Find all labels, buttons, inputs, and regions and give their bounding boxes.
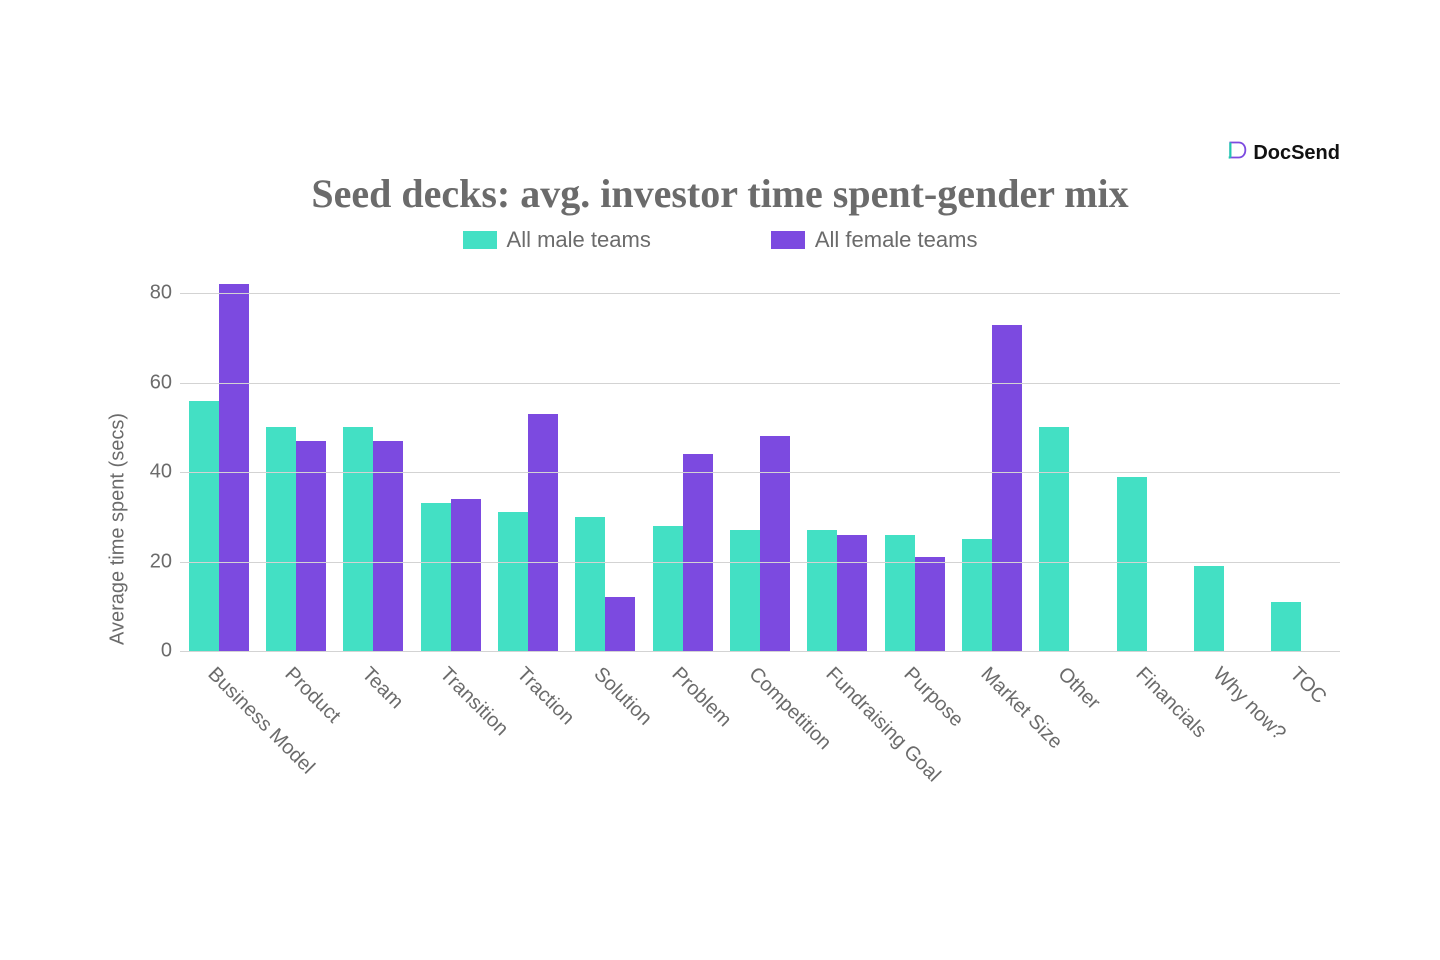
category-label: Competition bbox=[721, 657, 798, 787]
bar-group bbox=[335, 271, 412, 651]
plot-area: 020406080 bbox=[180, 271, 1340, 651]
bar bbox=[653, 526, 683, 651]
bar bbox=[1271, 602, 1301, 651]
legend-item-female: All female teams bbox=[771, 227, 978, 253]
bar-group bbox=[721, 271, 798, 651]
y-tick-label: 20 bbox=[132, 550, 172, 573]
bar bbox=[575, 517, 605, 651]
bar bbox=[421, 503, 451, 651]
y-tick-label: 60 bbox=[132, 371, 172, 394]
bar bbox=[605, 597, 635, 651]
legend-swatch-male bbox=[463, 231, 497, 249]
bar-group bbox=[1263, 271, 1340, 651]
bar bbox=[266, 427, 296, 651]
bar bbox=[1194, 566, 1224, 651]
bar-group bbox=[953, 271, 1030, 651]
category-label: Solution bbox=[567, 657, 644, 787]
bar-group bbox=[412, 271, 489, 651]
category-label: Transition bbox=[412, 657, 489, 787]
bar-group bbox=[1108, 271, 1185, 651]
bar bbox=[343, 427, 373, 651]
y-tick-label: 0 bbox=[132, 640, 172, 663]
bars-container bbox=[180, 271, 1340, 651]
bar bbox=[807, 530, 837, 651]
legend-label-male: All male teams bbox=[507, 227, 651, 253]
grid-line bbox=[180, 472, 1340, 473]
bar-group bbox=[876, 271, 953, 651]
grid-line bbox=[180, 651, 1340, 652]
bar-group bbox=[799, 271, 876, 651]
category-label: Traction bbox=[489, 657, 566, 787]
category-label: Problem bbox=[644, 657, 721, 787]
bar bbox=[962, 539, 992, 651]
category-labels: Business ModelProductTeamTransitionTract… bbox=[180, 657, 1340, 787]
chart-stage: DocSend Seed decks: avg. investor time s… bbox=[0, 0, 1440, 960]
bar bbox=[498, 512, 528, 651]
bar bbox=[885, 535, 915, 651]
category-label: Purpose bbox=[876, 657, 953, 787]
brand-name: DocSend bbox=[1253, 142, 1340, 165]
bar bbox=[219, 284, 249, 651]
grid-line bbox=[180, 562, 1340, 563]
bar bbox=[451, 499, 481, 651]
y-tick-label: 40 bbox=[132, 461, 172, 484]
chart-legend: All male teams All female teams bbox=[100, 227, 1340, 253]
bar bbox=[189, 401, 219, 651]
legend-label-female: All female teams bbox=[815, 227, 978, 253]
bar bbox=[683, 454, 713, 651]
bar-group bbox=[257, 271, 334, 651]
docsend-icon bbox=[1227, 140, 1247, 166]
bar-group bbox=[489, 271, 566, 651]
legend-item-male: All male teams bbox=[463, 227, 651, 253]
bar-group bbox=[1031, 271, 1108, 651]
grid-line bbox=[180, 383, 1340, 384]
grid-line bbox=[180, 293, 1340, 294]
bar-group bbox=[567, 271, 644, 651]
bar bbox=[1117, 477, 1147, 651]
category-label: Team bbox=[335, 657, 412, 787]
legend-swatch-female bbox=[771, 231, 805, 249]
category-label: Product bbox=[257, 657, 334, 787]
bar bbox=[837, 535, 867, 651]
bar bbox=[915, 557, 945, 651]
bar bbox=[528, 414, 558, 651]
bar-group bbox=[1185, 271, 1262, 651]
category-label: Other bbox=[1031, 657, 1108, 787]
category-label: Why now? bbox=[1185, 657, 1262, 787]
bar bbox=[992, 325, 1022, 651]
category-label: Fundraising Goal bbox=[799, 657, 876, 787]
brand-logo: DocSend bbox=[1227, 140, 1340, 166]
y-tick-label: 80 bbox=[132, 282, 172, 305]
bar bbox=[760, 436, 790, 651]
bar-group bbox=[180, 271, 257, 651]
chart-container: Seed decks: avg. investor time spent-gen… bbox=[100, 170, 1340, 770]
bar bbox=[730, 530, 760, 651]
bar bbox=[1039, 427, 1069, 651]
bar-group bbox=[644, 271, 721, 651]
category-label: Financials bbox=[1108, 657, 1185, 787]
category-label: Business Model bbox=[180, 657, 257, 787]
chart-title: Seed decks: avg. investor time spent-gen… bbox=[100, 170, 1340, 217]
category-label: TOC bbox=[1263, 657, 1340, 787]
y-axis-label: Average time spent (secs) bbox=[107, 413, 130, 645]
category-label: Market Size bbox=[953, 657, 1030, 787]
